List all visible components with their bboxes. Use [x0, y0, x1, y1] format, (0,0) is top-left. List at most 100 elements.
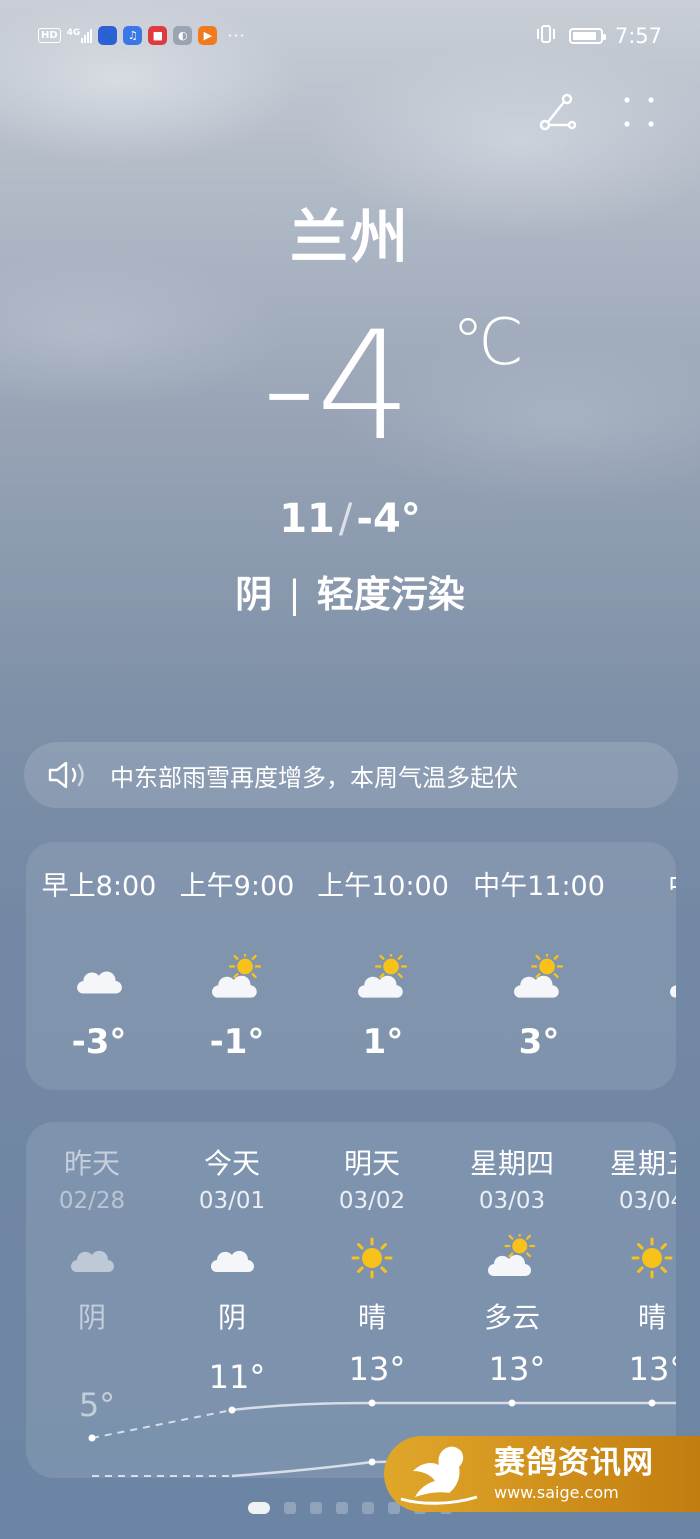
baidu-app-icon: 🐾 — [98, 26, 118, 45]
page-dot[interactable] — [248, 1502, 270, 1514]
current-condition-row: 阴 | 轻度污染 — [0, 564, 700, 618]
daily-day: 星期五 — [609, 1147, 676, 1180]
daily-date: 03/02 — [338, 1188, 406, 1214]
daily-day: 昨天 — [63, 1147, 120, 1180]
hourly-temp: 3° — [518, 1022, 560, 1062]
city-name[interactable]: 兰州 — [0, 190, 700, 274]
pigeon-logo-icon — [384, 1436, 494, 1512]
more-dots-icon — [624, 97, 654, 127]
saige-watermark: 赛鸽资讯网 www.saige.com — [384, 1436, 700, 1512]
weather-condition: 阴 — [235, 573, 273, 616]
high-point-yesterday — [88, 1434, 96, 1442]
hourly-time: 上午10:00 — [317, 871, 449, 902]
page-dot[interactable] — [310, 1502, 322, 1514]
daily-day: 星期四 — [469, 1147, 554, 1180]
daily-condition: 晴 — [357, 1301, 386, 1334]
weather-news-banner[interactable]: 中东部雨雪再度增多，本周气温多起伏 — [24, 742, 678, 808]
hourly-time: 中午 — [620, 864, 676, 903]
vibrate-icon — [535, 24, 557, 48]
temperature-unit: ℃ — [452, 306, 524, 380]
share-button[interactable] — [536, 90, 580, 134]
daily-icon — [487, 1230, 537, 1288]
page-dot[interactable] — [362, 1502, 374, 1514]
speaker-icon — [46, 759, 92, 791]
daily-date: 03/04 — [618, 1188, 676, 1214]
partly-cloudy-icon — [212, 950, 262, 998]
news-headline: 中东部雨雪再度增多，本周气温多起伏 — [110, 763, 518, 792]
daily-high-temp: 5° — [78, 1386, 116, 1424]
hourly-icon — [211, 950, 263, 1010]
page-dot[interactable] — [336, 1502, 348, 1514]
network-type: 4G — [66, 27, 81, 38]
signal-icon: 4G — [66, 27, 93, 43]
air-quality[interactable]: 轻度污染 — [317, 573, 465, 616]
daily-high-temp: 11° — [208, 1358, 266, 1396]
cloud-icon — [211, 1250, 254, 1272]
hourly-time: 上午9:00 — [179, 871, 295, 902]
daily-condition: 多云 — [483, 1301, 540, 1334]
status-right: 7:57 — [535, 24, 662, 48]
daily-high-temp: 13° — [628, 1350, 676, 1388]
watermark-url: www.saige.com — [494, 1482, 619, 1502]
sun-icon — [351, 1237, 393, 1279]
high-trend-line — [231, 1401, 676, 1412]
high-point-tomorrow — [368, 1399, 376, 1407]
daily-condition: 晴 — [637, 1301, 666, 1334]
hd-badge: HD — [38, 28, 61, 43]
clock: 7:57 — [614, 24, 662, 48]
partly-cloudy-icon — [358, 950, 408, 998]
high-point-thursday — [508, 1399, 516, 1407]
daily-icon — [627, 1234, 676, 1288]
hourly-temp: -3° — [71, 1022, 127, 1062]
video-app-icon: ▶ — [198, 26, 218, 45]
hourly-icon — [73, 954, 125, 1010]
watermark-name: 赛鸽资讯网 — [494, 1444, 654, 1481]
sun-icon — [631, 1237, 673, 1279]
partly-cloudy-icon — [488, 1230, 536, 1276]
condition-divider: | — [288, 573, 301, 616]
low-point-tomorrow — [368, 1458, 376, 1466]
high-low-separator: / — [338, 496, 353, 542]
page-dot[interactable] — [284, 1502, 296, 1514]
daily-date: 02/28 — [58, 1188, 126, 1214]
hourly-icon — [513, 950, 565, 1010]
current-temperature: -4 — [262, 300, 412, 474]
music-app-icon: ♫ — [123, 26, 143, 45]
daily-icon — [347, 1234, 397, 1288]
daily-high-temp: 13° — [348, 1350, 406, 1388]
high-temp: 11 — [279, 496, 335, 542]
hourly-time: 中午11:00 — [473, 871, 605, 902]
daily-condition: 阴 — [217, 1301, 246, 1334]
battery-fill — [572, 32, 596, 40]
high-point-friday — [648, 1399, 656, 1407]
daily-forecast-card[interactable]: 昨天 02/28 阴 5° 今天 03/01 阴 11° 明天 03/02 晴 13° 星期四 03/03… — [26, 1122, 676, 1478]
status-left: HD 4G 🐾 ♫ ■ ◐ ▶ ··· — [38, 26, 246, 45]
hourly-temp: 1° — [362, 1022, 404, 1062]
daily-date: 03/01 — [198, 1188, 266, 1214]
daily-date: 03/03 — [478, 1188, 546, 1214]
hourly-icon — [357, 950, 409, 1010]
watermark-text: 赛鸽资讯网 www.saige.com — [494, 1444, 654, 1502]
partly-cloudy-icon — [514, 950, 564, 998]
partly-cloudy-icon — [670, 985, 676, 998]
red-app-icon: ■ — [148, 26, 168, 45]
share-icon — [539, 93, 577, 131]
status-bar: HD 4G 🐾 ♫ ■ ◐ ▶ ··· 7:57 — [0, 0, 700, 70]
high-low-temperature: 11/-4° — [0, 496, 700, 542]
more-menu-button[interactable] — [617, 90, 661, 134]
cloud-icon — [77, 971, 122, 994]
high-point-today — [228, 1406, 236, 1414]
daily-day: 明天 — [343, 1147, 400, 1180]
low-temp: -4° — [356, 496, 421, 542]
daily-icon — [207, 1234, 257, 1288]
daily-high-temp: 13° — [488, 1350, 546, 1388]
more-notifications-icon: ··· — [227, 26, 246, 45]
cloud-icon — [71, 1250, 114, 1272]
hourly-icon — [669, 954, 676, 1010]
daily-icon — [67, 1234, 117, 1288]
hourly-temp: -1° — [209, 1022, 265, 1062]
daily-condition: 阴 — [77, 1301, 106, 1334]
hourly-forecast-card[interactable]: 早上8:00 -3° 上午9:00 -1° 上午10:00 1° 中午11:00 3° 中午 — [26, 842, 676, 1090]
browser-app-icon: ◐ — [173, 26, 193, 45]
hourly-time: 早上8:00 — [41, 871, 157, 902]
